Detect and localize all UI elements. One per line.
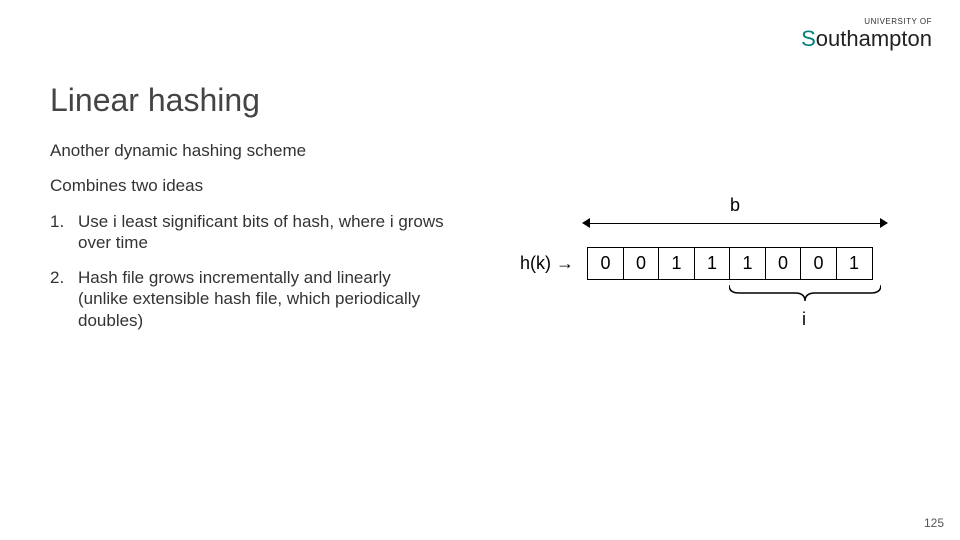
arrow-right-icon <box>880 218 888 228</box>
numbered-list: 1. Use i least significant bits of hash,… <box>50 211 480 331</box>
list-text: Use i least significant bits of hash, wh… <box>78 212 444 252</box>
bit-cell: 0 <box>587 247 624 280</box>
bit-cell: 0 <box>800 247 837 280</box>
slide-body: Another dynamic hashing scheme Combines … <box>50 140 480 345</box>
bit-cell: 1 <box>658 247 695 280</box>
bit-cell: 1 <box>836 247 873 280</box>
page-number: 125 <box>924 516 944 530</box>
hk-label: h(k) → <box>520 253 574 274</box>
logo-title: Southampton <box>801 28 932 50</box>
b-label: b <box>730 195 740 216</box>
bit-cell: 0 <box>623 247 660 280</box>
bit-cell: 0 <box>765 247 802 280</box>
b-span-line <box>587 223 883 224</box>
list-number: 2. <box>50 267 64 288</box>
slide-title: Linear hashing <box>50 82 260 119</box>
logo-subtitle: UNIVERSITY OF <box>801 18 932 26</box>
list-item: 1. Use i least significant bits of hash,… <box>50 211 480 254</box>
paragraph-2: Combines two ideas <box>50 175 480 196</box>
list-item: 2. Hash file grows incrementally and lin… <box>50 267 480 331</box>
logo-rest: outhampton <box>816 26 932 51</box>
university-logo: UNIVERSITY OF Southampton <box>801 18 932 50</box>
paragraph-1: Another dynamic hashing scheme <box>50 140 480 161</box>
i-label: i <box>802 309 806 330</box>
curly-brace-icon <box>729 285 881 301</box>
logo-swoosh-letter: S <box>801 26 816 51</box>
bit-cell: 1 <box>694 247 731 280</box>
bit-boxes: 0 0 1 1 1 0 0 1 <box>587 247 873 280</box>
list-text: Hash file grows incrementally and linear… <box>78 268 420 330</box>
bit-cell: 1 <box>729 247 766 280</box>
list-number: 1. <box>50 211 64 232</box>
